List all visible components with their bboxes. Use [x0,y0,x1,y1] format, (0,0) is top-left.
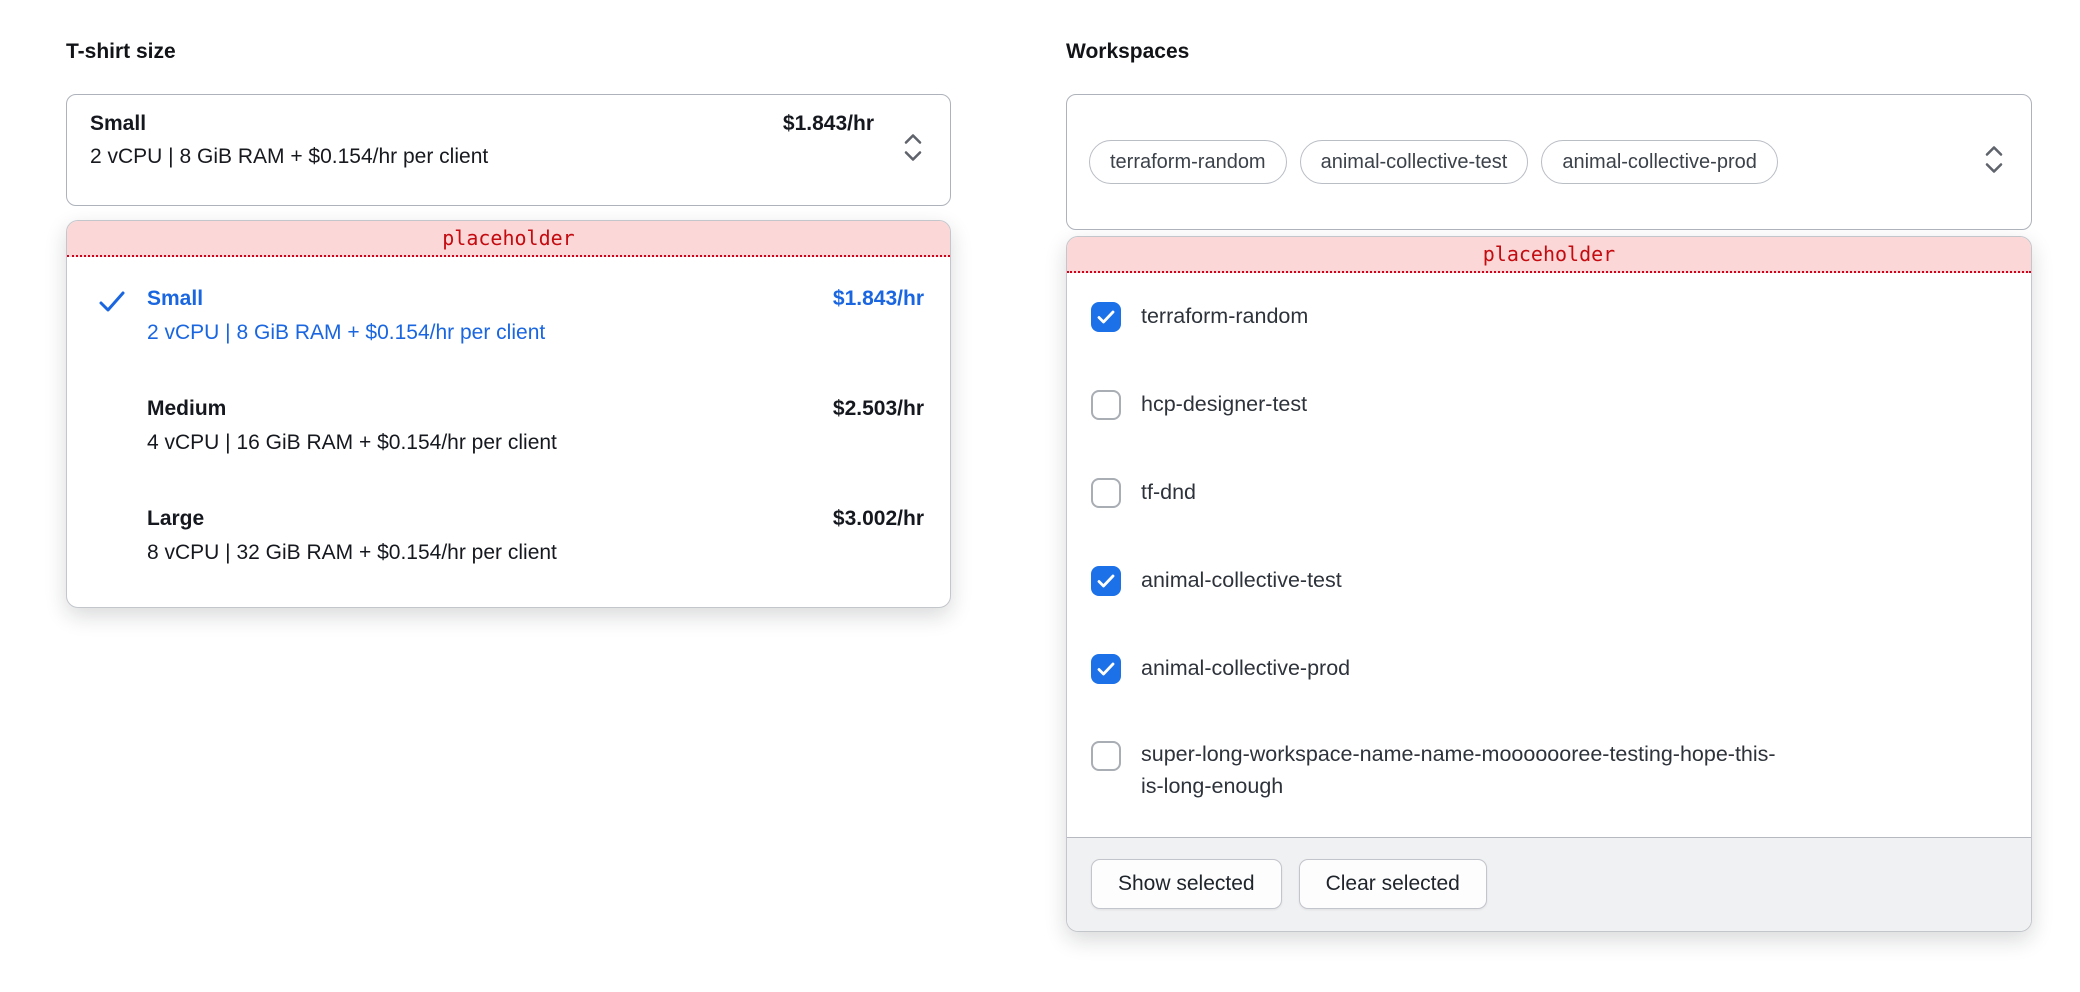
option-price: $2.503/hr [833,397,924,421]
option-title: Small [147,287,203,311]
option-subtitle: 4 vCPU | 16 GiB RAM + $0.154/hr per clie… [147,431,924,455]
option-price: $1.843/hr [833,287,924,311]
tshirt-size-field: T-shirt size Small $1.843/hr 2 vCPU | 8 … [66,40,951,608]
workspaces-dropdown-footer: Show selected Clear selected [1067,837,2031,931]
workspaces-multiselect-trigger[interactable]: terraform-random animal-collective-test … [1066,94,2032,230]
checkbox-unchecked-icon[interactable] [1091,741,1121,771]
workspace-option-label: super-long-workspace-name-name-moooooore… [1141,739,1786,803]
workspaces-label: Workspaces [1066,40,2032,64]
workspace-option-label: terraform-random [1141,301,1308,333]
workspace-option-tf-dnd[interactable]: tf-dnd [1091,449,2007,537]
checkbox-checked-icon[interactable] [1091,302,1121,332]
size-option-medium[interactable]: Medium $2.503/hr 4 vCPU | 16 GiB RAM + $… [67,397,924,455]
selected-size-price: $1.843/hr [783,112,874,136]
selected-workspace-pill[interactable]: animal-collective-prod [1541,140,1778,184]
tshirt-size-dropdown: placeholder Small $1.843/hr 2 vCPU | 8 G… [66,220,951,608]
workspaces-field: Workspaces terraform-random animal-colle… [1066,40,2032,932]
workspace-option-label: tf-dnd [1141,477,1196,509]
selected-workspace-pill[interactable]: animal-collective-test [1300,140,1529,184]
option-title: Large [147,507,204,531]
chevron-up-down-icon [902,129,924,172]
clear-selected-button[interactable]: Clear selected [1299,859,1487,909]
placeholder-banner: placeholder [67,221,950,257]
chevron-up-down-icon [1983,141,2005,184]
workspace-option-super-long-name[interactable]: super-long-workspace-name-name-moooooore… [1091,713,2007,837]
checkbox-unchecked-icon[interactable] [1091,390,1121,420]
selected-size-subtitle: 2 vCPU | 8 GiB RAM + $0.154/hr per clien… [90,145,874,169]
checkbox-checked-icon[interactable] [1091,566,1121,596]
check-icon [97,289,127,320]
option-title: Medium [147,397,226,421]
placeholder-banner: placeholder [1067,237,2031,273]
workspaces-options-list: terraform-random hcp-designer-test tf-dn… [1067,273,2031,837]
option-subtitle: 2 vCPU | 8 GiB RAM + $0.154/hr per clien… [147,321,924,345]
workspace-option-terraform-random[interactable]: terraform-random [1091,273,2007,361]
tshirt-size-select-trigger[interactable]: Small $1.843/hr 2 vCPU | 8 GiB RAM + $0.… [66,94,951,206]
size-option-large[interactable]: Large $3.002/hr 8 vCPU | 32 GiB RAM + $0… [67,507,924,565]
workspace-option-label: animal-collective-prod [1141,653,1350,685]
size-option-small[interactable]: Small $1.843/hr 2 vCPU | 8 GiB RAM + $0.… [67,287,924,345]
tshirt-size-options-list: Small $1.843/hr 2 vCPU | 8 GiB RAM + $0.… [67,257,950,607]
workspace-option-label: animal-collective-test [1141,565,1342,597]
workspace-option-label: hcp-designer-test [1141,389,1307,421]
workspace-option-animal-collective-test[interactable]: animal-collective-test [1091,537,2007,625]
workspace-option-hcp-designer-test[interactable]: hcp-designer-test [1091,361,2007,449]
workspace-option-animal-collective-prod[interactable]: animal-collective-prod [1091,625,2007,713]
option-subtitle: 8 vCPU | 32 GiB RAM + $0.154/hr per clie… [147,541,924,565]
checkbox-unchecked-icon[interactable] [1091,478,1121,508]
option-price: $3.002/hr [833,507,924,531]
checkbox-checked-icon[interactable] [1091,654,1121,684]
tshirt-size-label: T-shirt size [66,40,951,64]
show-selected-button[interactable]: Show selected [1091,859,1282,909]
selected-workspace-pill[interactable]: terraform-random [1089,140,1287,184]
workspaces-dropdown: placeholder terraform-random hcp-designe… [1066,236,2032,932]
selected-size-title: Small [90,112,146,136]
